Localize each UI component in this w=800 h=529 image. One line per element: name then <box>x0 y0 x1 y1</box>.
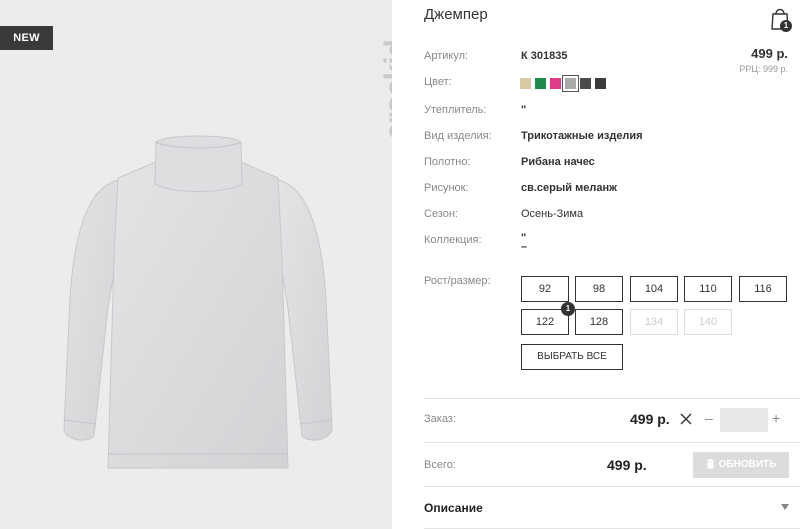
description-toggle[interactable]: Описание <box>424 501 483 515</box>
brand-logo-text: crockid <box>379 40 392 140</box>
size-option[interactable]: 128 <box>575 309 623 335</box>
attr-value: " – <box>521 232 528 253</box>
product-title: Джемпер <box>424 6 488 23</box>
increase-quantity-button[interactable]: + <box>772 410 780 426</box>
color-swatch[interactable] <box>535 78 546 89</box>
product-info: Джемпер 1 499 р. РРЦ: 999 р. Артикул: К … <box>392 0 800 529</box>
product-photo: NEW crockid <box>0 0 392 529</box>
size-option-disabled: 140 <box>684 309 732 335</box>
new-badge: NEW <box>0 26 53 50</box>
attr-label: Вид изделия: <box>424 130 492 142</box>
color-swatch[interactable] <box>550 78 561 89</box>
size-option[interactable]: 110 <box>684 276 732 302</box>
color-swatch[interactable] <box>520 78 531 89</box>
attr-value: " <box>521 104 527 116</box>
attr-value: Рибана начес <box>521 156 595 168</box>
attr-label: Коллекция: <box>424 234 482 246</box>
order-label: Заказ: <box>424 413 456 425</box>
color-swatch[interactable] <box>595 78 606 89</box>
total-price: 499 р. <box>607 457 647 473</box>
trash-icon <box>706 459 715 469</box>
attr-label: Артикул: <box>424 50 469 62</box>
attr-value: Трикотажные изделия <box>521 130 643 142</box>
size-option[interactable]: 92 <box>521 276 569 302</box>
remove-icon[interactable] <box>680 413 692 425</box>
decrease-quantity-button[interactable]: – <box>705 410 713 426</box>
size-count-badge: 1 <box>561 302 575 316</box>
divider <box>424 442 800 443</box>
attr-value: К 301835 <box>521 50 568 62</box>
attr-label: Рисунок: <box>424 182 469 194</box>
divider <box>424 398 800 399</box>
recommended-price: РРЦ: 999 р. <box>739 64 788 74</box>
attr-value: св.серый меланж <box>521 182 617 194</box>
cart-count-badge: 1 <box>780 20 792 32</box>
divider <box>424 486 800 487</box>
attr-value: Осень-Зима <box>521 208 584 220</box>
size-option-disabled: 134 <box>630 309 678 335</box>
color-swatch-selected[interactable] <box>562 75 579 92</box>
product-price: 499 р. <box>751 46 788 61</box>
size-option[interactable]: 104 <box>630 276 678 302</box>
order-price: 499 р. <box>630 411 670 427</box>
size-option[interactable]: 116 <box>739 276 787 302</box>
update-button[interactable]: ОБНОВИТЬ <box>693 452 789 478</box>
color-swatches <box>520 75 606 92</box>
update-button-label: ОБНОВИТЬ <box>718 459 777 470</box>
color-swatch[interactable] <box>580 78 591 89</box>
sweater-image <box>63 135 333 469</box>
size-option[interactable]: 98 <box>575 276 623 302</box>
total-label: Всего: <box>424 459 456 471</box>
attr-label: Сезон: <box>424 208 458 220</box>
attr-label: Утеплитель: <box>424 104 487 116</box>
attr-label: Цвет: <box>424 76 452 88</box>
quantity-input[interactable] <box>720 408 768 432</box>
brand-logo: crockid <box>338 20 392 160</box>
sizes-label: Рост/размер: <box>424 275 491 287</box>
chevron-down-icon[interactable] <box>781 504 789 510</box>
attr-label: Полотно: <box>424 156 471 168</box>
select-all-button[interactable]: ВЫБРАТЬ ВСЕ <box>521 344 623 370</box>
